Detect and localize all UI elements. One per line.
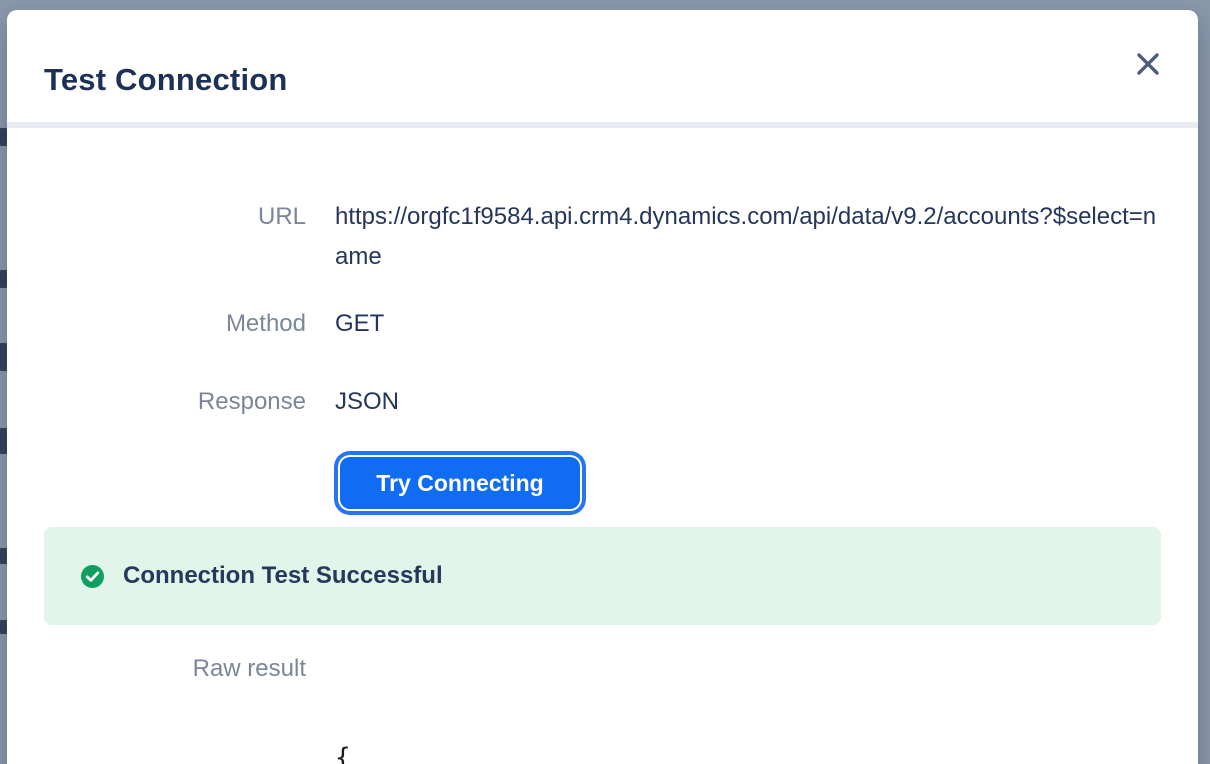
try-connecting-button[interactable]: Try Connecting (340, 457, 580, 509)
method-row: Method GET (44, 304, 1161, 344)
close-icon (1135, 51, 1161, 77)
dialog-title: Test Connection (44, 62, 288, 98)
check-circle-icon (81, 565, 104, 588)
backdrop-artifact (0, 620, 7, 634)
raw-result-row: Raw result { "@odata.context": "https://… (44, 649, 1161, 764)
method-value: GET (335, 304, 1161, 344)
url-value: https://orgfc1f9584.api.crm4.dynamics.co… (335, 197, 1161, 277)
success-banner: Connection Test Successful (44, 527, 1161, 625)
backdrop-artifact (0, 428, 7, 454)
close-button[interactable] (1134, 50, 1162, 78)
try-connecting-row: Try Connecting (44, 452, 1161, 514)
method-label: Method (44, 304, 306, 344)
backdrop-artifact (0, 128, 7, 146)
url-row: URL https://orgfc1f9584.api.crm4.dynamic… (44, 197, 1161, 277)
response-row: Response JSON (44, 382, 1161, 422)
response-label: Response (44, 382, 306, 422)
url-label: URL (44, 197, 306, 277)
dialog-header: Test Connection (7, 10, 1198, 122)
backdrop-artifact (0, 343, 7, 371)
raw-result-code: { "@odata.context": "https://orgfc1f9584… (335, 649, 1180, 764)
code-open-brace: { (335, 743, 351, 764)
backdrop-artifact (0, 270, 7, 288)
raw-result-label: Raw result (44, 649, 306, 764)
response-value: JSON (335, 382, 1161, 422)
backdrop-artifact (0, 548, 7, 564)
success-message: Connection Test Successful (123, 562, 443, 590)
test-connection-dialog: Test Connection URL https://orgfc1f9584.… (7, 10, 1198, 764)
dialog-body: URL https://orgfc1f9584.api.crm4.dynamic… (7, 128, 1198, 764)
